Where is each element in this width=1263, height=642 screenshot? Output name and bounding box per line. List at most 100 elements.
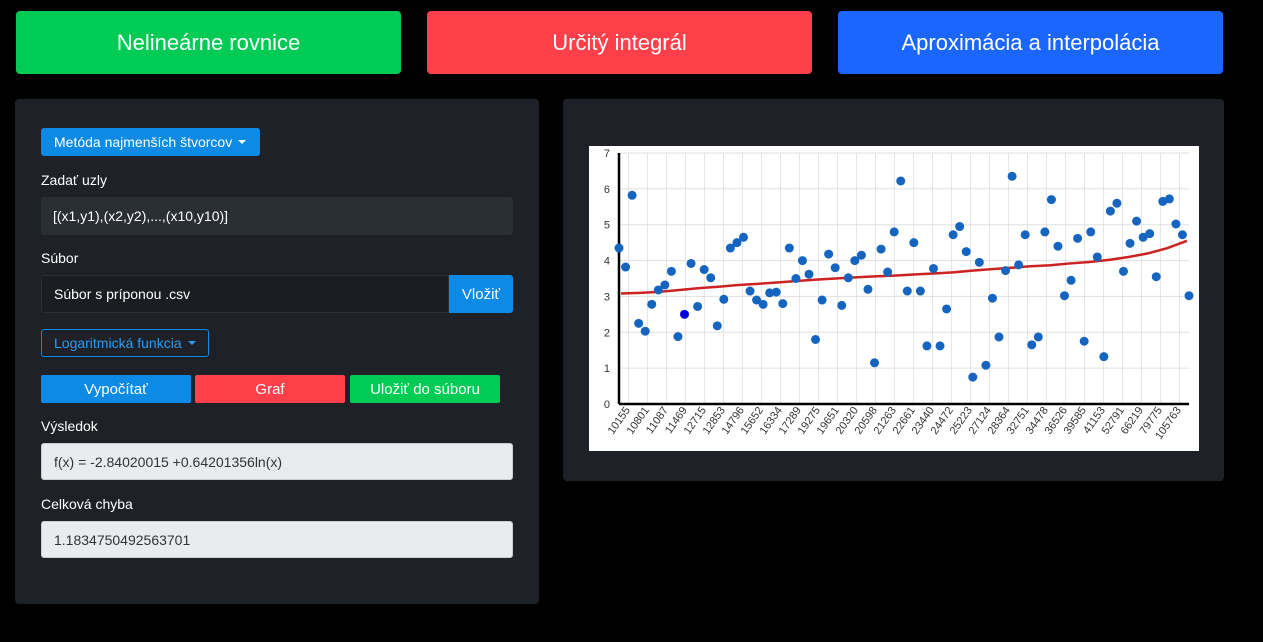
method-dropdown-label: Metóda najmenších štvorcov bbox=[54, 134, 233, 150]
chart-panel: 0 1 2 3 4 5 6 7 10155 10801 11087 11469 12715 12853 14… bbox=[563, 99, 1224, 481]
data-point bbox=[738, 232, 748, 242]
data-point bbox=[640, 326, 650, 336]
data-point bbox=[666, 266, 676, 276]
y-tick-label: 7 bbox=[604, 148, 610, 160]
data-point bbox=[1086, 227, 1096, 237]
data-point bbox=[942, 304, 952, 314]
data-point bbox=[634, 318, 644, 328]
data-point bbox=[621, 262, 631, 272]
function-dropdown[interactable]: Logaritmická funkcia bbox=[41, 329, 209, 357]
data-point bbox=[745, 286, 755, 296]
data-point bbox=[1033, 332, 1043, 342]
data-point bbox=[791, 274, 801, 283]
data-point bbox=[1112, 198, 1122, 208]
method-dropdown[interactable]: Metóda najmenších štvorcov bbox=[41, 128, 261, 156]
nonlinear-equations-button[interactable]: Nelineárne rovnice bbox=[16, 11, 401, 74]
data-point bbox=[870, 358, 880, 368]
data-point bbox=[902, 286, 912, 296]
data-point bbox=[961, 247, 971, 257]
data-point bbox=[830, 263, 840, 273]
data-point bbox=[627, 190, 637, 200]
data-point bbox=[1132, 216, 1142, 226]
data-point bbox=[614, 243, 624, 253]
data-point bbox=[915, 286, 925, 296]
y-tick-label: 5 bbox=[604, 220, 610, 232]
y-tick-label: 6 bbox=[604, 184, 610, 196]
data-point bbox=[817, 295, 827, 305]
data-point bbox=[1046, 195, 1056, 205]
data-point bbox=[804, 269, 814, 279]
data-point bbox=[863, 284, 873, 294]
data-point bbox=[1125, 238, 1135, 248]
y-tick-label: 0 bbox=[604, 399, 610, 411]
caret-down-icon bbox=[238, 140, 247, 144]
data-point bbox=[968, 372, 978, 382]
data-point bbox=[922, 341, 932, 351]
data-point bbox=[647, 299, 657, 309]
data-point bbox=[1053, 241, 1063, 251]
y-tick-label: 1 bbox=[604, 363, 610, 375]
caret-down-icon bbox=[187, 341, 196, 345]
data-point bbox=[693, 301, 703, 311]
function-dropdown-label: Logaritmická funkcia bbox=[54, 335, 182, 351]
data-point bbox=[778, 299, 788, 309]
data-point bbox=[994, 332, 1004, 342]
result-label: Výsledok bbox=[41, 418, 98, 434]
data-point bbox=[1079, 336, 1089, 346]
data-point bbox=[1105, 206, 1115, 216]
data-point bbox=[1007, 171, 1017, 181]
scatter-chart: 0123456710155108011108711469127151285314… bbox=[604, 148, 1194, 442]
data-point bbox=[706, 273, 716, 283]
data-point bbox=[811, 334, 821, 344]
nodes-input[interactable]: [(x1,y1),(x2,y2),...,(x10,y10)] bbox=[41, 197, 513, 235]
data-point bbox=[955, 222, 965, 232]
data-point bbox=[1014, 260, 1024, 270]
data-point bbox=[935, 341, 945, 351]
data-point bbox=[712, 321, 722, 331]
definite-integral-button[interactable]: Určitý integrál bbox=[427, 11, 812, 74]
highlighted-data-point bbox=[680, 309, 690, 319]
data-point bbox=[1073, 233, 1083, 243]
data-point bbox=[1027, 340, 1037, 350]
calculate-button[interactable]: Vypočítať bbox=[41, 375, 191, 403]
data-point bbox=[1099, 352, 1109, 362]
y-tick-label: 2 bbox=[604, 327, 610, 339]
data-point bbox=[856, 250, 866, 260]
data-point bbox=[909, 238, 919, 248]
data-point bbox=[981, 360, 991, 370]
data-point bbox=[771, 287, 781, 297]
data-point bbox=[719, 294, 729, 304]
data-point bbox=[1060, 291, 1070, 301]
data-point bbox=[1001, 266, 1011, 276]
insert-button[interactable]: Vložiť bbox=[449, 275, 513, 313]
data-point bbox=[876, 244, 886, 254]
data-point bbox=[824, 249, 834, 259]
data-point bbox=[987, 293, 997, 303]
graph-button[interactable]: Graf bbox=[195, 375, 345, 403]
data-point bbox=[660, 280, 670, 290]
data-point bbox=[758, 299, 768, 309]
data-point bbox=[1092, 252, 1102, 262]
result-output: f(x) = -2.84020015 +0.64201356ln(x) bbox=[41, 443, 513, 480]
data-point bbox=[974, 257, 984, 267]
data-point bbox=[1118, 266, 1128, 276]
data-point bbox=[883, 267, 893, 277]
data-point bbox=[686, 258, 696, 268]
save-to-file-button[interactable]: Uložiť do súboru bbox=[350, 375, 500, 403]
data-point bbox=[797, 256, 807, 266]
file-input[interactable]: Súbor s príponou .csv bbox=[41, 275, 449, 313]
data-point bbox=[889, 227, 899, 237]
y-tick-label: 4 bbox=[604, 256, 610, 268]
data-point bbox=[1164, 194, 1174, 204]
data-point bbox=[1151, 272, 1161, 282]
file-label: Súbor bbox=[41, 250, 79, 266]
data-point bbox=[837, 300, 847, 310]
data-point bbox=[1171, 219, 1181, 229]
data-point bbox=[784, 243, 794, 253]
data-point bbox=[896, 176, 906, 186]
data-point bbox=[1066, 275, 1076, 285]
y-tick-label: 3 bbox=[604, 291, 610, 303]
error-label: Celková chyba bbox=[41, 496, 133, 512]
data-point bbox=[1020, 230, 1030, 240]
approximation-interpolation-button[interactable]: Aproximácia a interpolácia bbox=[838, 11, 1223, 74]
